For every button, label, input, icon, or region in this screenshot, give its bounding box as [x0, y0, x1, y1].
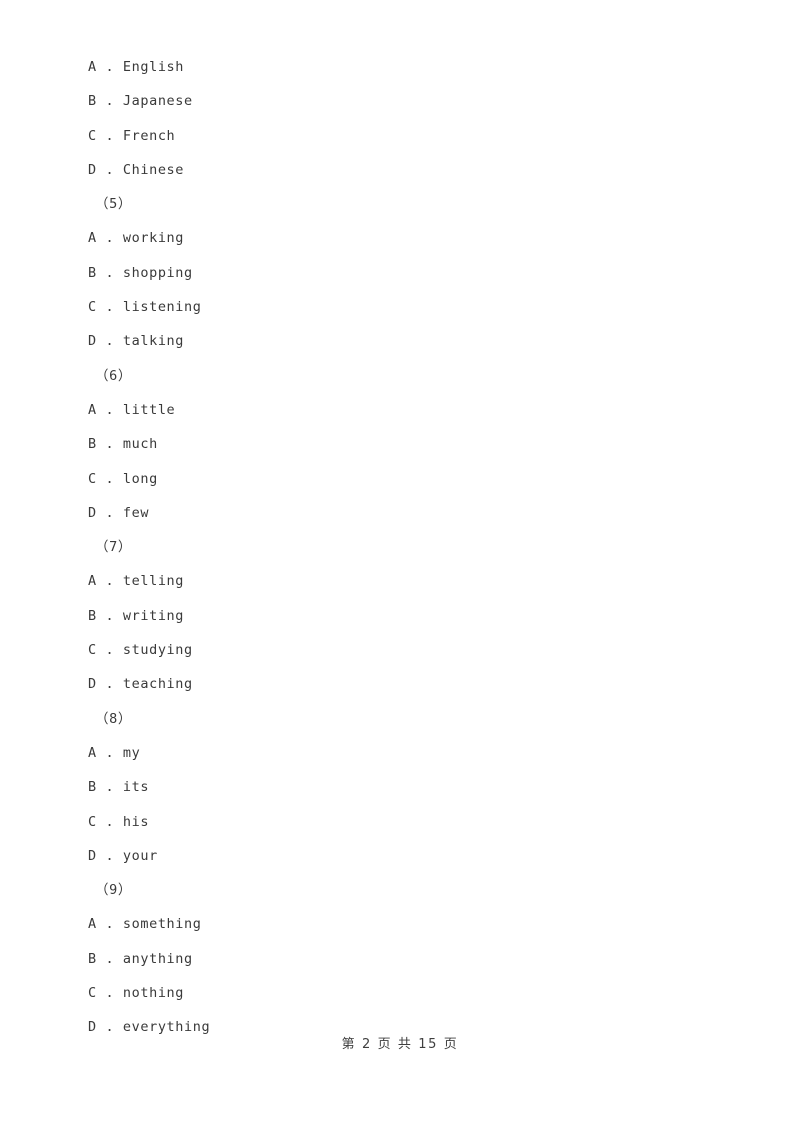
answer-option: D . your: [88, 847, 158, 864]
document-page: A . English B . Japanese C . French D . Chi…: [0, 0, 800, 1132]
page-number-text: 第 2 页 共 15 页: [341, 1037, 459, 1052]
answer-option: C . long: [88, 470, 158, 487]
answer-option: C . listening: [88, 299, 202, 316]
answer-option: D . teaching: [88, 676, 193, 693]
answer-option: B . anything: [88, 950, 193, 967]
answer-option: C . nothing: [88, 985, 185, 1002]
page-footer: 第 2 页 共 15 页: [0, 1033, 800, 1053]
answer-option: C . studying: [88, 642, 193, 659]
answer-option: B . writing: [88, 607, 185, 624]
question-number: （7）: [95, 539, 132, 556]
question-number: （9）: [95, 882, 132, 899]
question-options-list: A . English B . Japanese C . French D . Chi…: [88, 50, 708, 1045]
answer-option: D . talking: [88, 333, 185, 350]
answer-option: B . Japanese: [88, 93, 193, 110]
answer-option: A . my: [88, 744, 141, 761]
answer-option: C . his: [88, 813, 150, 830]
answer-option: B . shopping: [88, 264, 193, 281]
question-number: （6）: [95, 367, 132, 384]
question-number: （5）: [95, 196, 132, 213]
question-number: （8）: [95, 710, 132, 727]
answer-option: A . English: [88, 59, 185, 75]
answer-option: B . its: [88, 779, 150, 796]
answer-option: C . French: [88, 127, 176, 144]
answer-option: A . working: [88, 230, 185, 247]
answer-option: D . Chinese: [88, 161, 185, 178]
answer-option: A . telling: [88, 573, 185, 590]
answer-option: A . something: [88, 916, 202, 933]
answer-option: B . much: [88, 436, 158, 453]
answer-option: A . little: [88, 401, 176, 418]
answer-option: D . few: [88, 504, 150, 521]
